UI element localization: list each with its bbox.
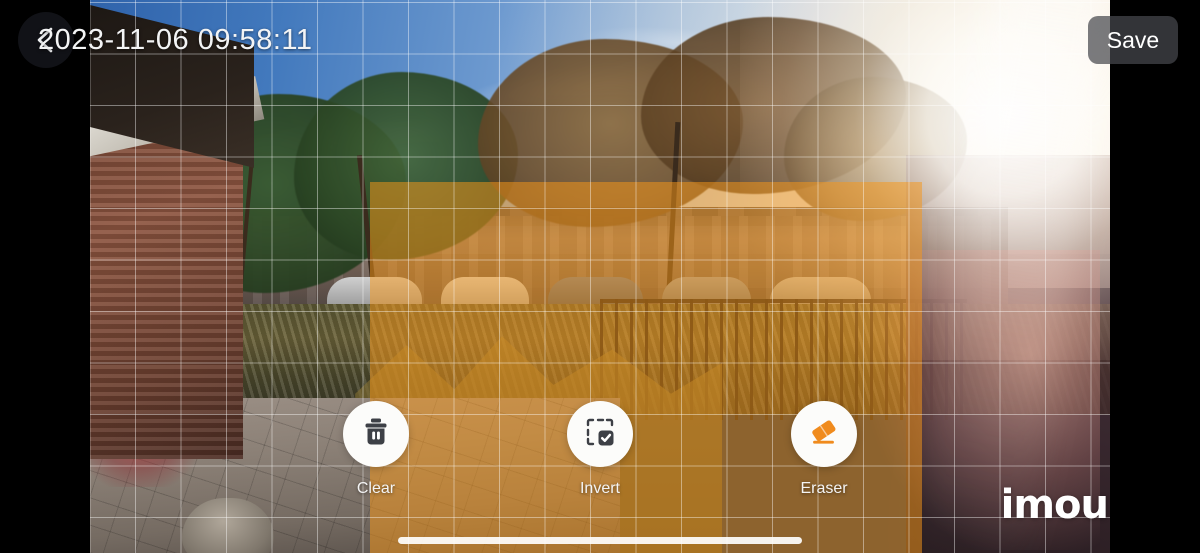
eraser-button[interactable]: Eraser [778, 401, 870, 498]
eraser-button-circle [791, 401, 857, 467]
home-indicator[interactable] [398, 537, 802, 544]
invert-button-label: Invert [579, 480, 620, 497]
app-stage: 2023-11-06 09:58:11 Save Clear Invert Er… [0, 0, 1200, 553]
video-timestamp: 2023-11-06 09:58:11 [38, 24, 313, 56]
invert-button-circle [567, 401, 633, 467]
clear-button-label: Clear [356, 480, 396, 497]
clear-button[interactable]: Clear [330, 401, 422, 498]
invert-select-icon [584, 416, 616, 453]
save-button[interactable]: Save [1088, 16, 1178, 64]
invert-button[interactable]: Invert [554, 401, 646, 498]
trash-icon [361, 416, 391, 453]
imou-logo: imou [1000, 482, 1109, 528]
eraser-button-label: Eraser [800, 480, 848, 497]
top-bar: 2023-11-06 09:58:11 Save [0, 0, 1200, 80]
eraser-icon [808, 416, 840, 453]
clear-button-circle [343, 401, 409, 467]
